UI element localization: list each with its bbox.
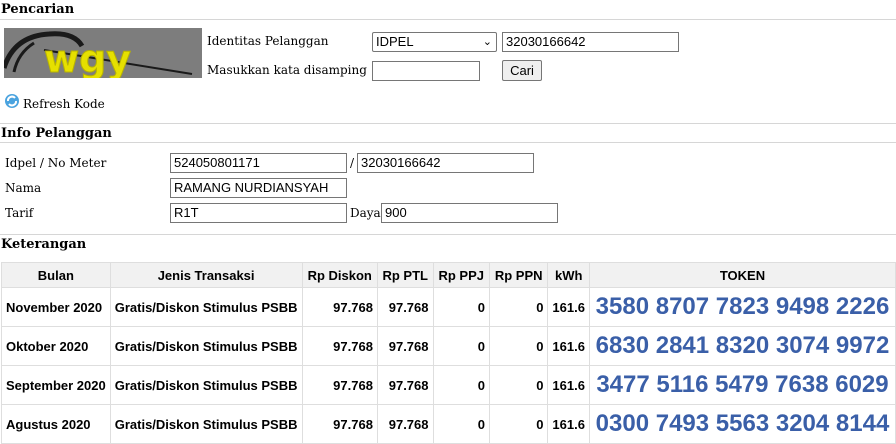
month-cell: November 2020: [1, 287, 111, 327]
kwh-cell: 161.6: [547, 326, 590, 366]
name-label: Nama: [5, 181, 42, 195]
customer-id-input[interactable]: 32030166642: [502, 32, 679, 52]
token-cell: 6830 2841 8320 3074 9972: [588, 326, 896, 366]
column-header: Rp PPN: [488, 262, 549, 288]
ppn-cell: 0: [488, 404, 549, 444]
ptl-cell: 97.768: [376, 326, 434, 366]
token-cell: 3580 8707 7823 9498 2226: [588, 287, 896, 327]
column-header: kWh: [547, 262, 590, 288]
token-cell: 0300 7493 5563 3204 8144: [588, 404, 896, 444]
meter-number-field[interactable]: 524050801171: [170, 153, 347, 173]
search-section-header: Pencarian: [0, 0, 896, 20]
ppn-cell: 0: [488, 287, 549, 327]
power-label: Daya: [350, 206, 381, 220]
column-header: TOKEN: [588, 262, 896, 288]
column-header: Rp PTL: [376, 262, 434, 288]
tariff-field[interactable]: R1T: [170, 203, 347, 223]
captcha-text: wgy: [44, 37, 131, 78]
discount-cell: 97.768: [301, 326, 378, 366]
ptl-cell: 97.768: [376, 365, 434, 405]
table-row: September 2020 Gratis/Diskon Stimulus PS…: [1, 365, 896, 405]
column-header: Rp Diskon: [301, 262, 378, 288]
kwh-cell: 161.6: [547, 404, 590, 444]
discount-cell: 97.768: [301, 365, 378, 405]
kwh-cell: 161.6: [547, 287, 590, 327]
idpel-meter-label: Idpel / No Meter: [5, 156, 107, 170]
refresh-code-label: Refresh Kode: [23, 97, 105, 111]
table-row: Oktober 2020 Gratis/Diskon Stimulus PSBB…: [1, 326, 896, 366]
ppn-cell: 0: [488, 365, 549, 405]
ppn-cell: 0: [488, 326, 549, 366]
month-cell: September 2020: [1, 365, 111, 405]
discount-cell: 97.768: [301, 287, 378, 327]
month-cell: Agustus 2020: [1, 404, 111, 444]
notes-header: Keterangan: [0, 234, 896, 256]
id-type-selected: IDPEL: [376, 34, 414, 49]
transaction-type-cell: Gratis/Diskon Stimulus PSBB: [109, 404, 303, 444]
token-cell: 3477 5116 5479 7638 6029: [588, 365, 896, 405]
idpel-field[interactable]: 32030166642: [357, 153, 534, 173]
captcha-graphic: wgy: [4, 28, 202, 78]
discount-cell: 97.768: [301, 404, 378, 444]
captcha-label: Masukkan kata disamping: [207, 63, 367, 77]
column-header: Jenis Transaksi: [109, 262, 303, 288]
kwh-cell: 161.6: [547, 365, 590, 405]
ppj-cell: 0: [432, 287, 490, 327]
captcha-input[interactable]: [372, 61, 480, 81]
ppj-cell: 0: [432, 365, 490, 405]
ppj-cell: 0: [432, 326, 490, 366]
power-field[interactable]: 900: [381, 203, 558, 223]
id-type-select[interactable]: IDPEL ⌄: [372, 32, 497, 52]
transaction-type-cell: Gratis/Diskon Stimulus PSBB: [109, 287, 303, 327]
refresh-icon: [4, 93, 20, 112]
ppj-cell: 0: [432, 404, 490, 444]
tariff-label: Tarif: [5, 206, 34, 220]
ptl-cell: 97.768: [376, 404, 434, 444]
table-row: November 2020 Gratis/Diskon Stimulus PSB…: [1, 287, 896, 327]
idpel-separator: /: [350, 156, 355, 170]
table-header-row: Bulan Jenis Transaksi Rp Diskon Rp PTL R…: [1, 262, 896, 288]
table-row: Agustus 2020 Gratis/Diskon Stimulus PSBB…: [1, 404, 896, 444]
search-button[interactable]: Cari: [502, 60, 542, 81]
captcha-image: wgy: [4, 28, 202, 78]
transaction-type-cell: Gratis/Diskon Stimulus PSBB: [109, 365, 303, 405]
transaction-table: Bulan Jenis Transaksi Rp Diskon Rp PTL R…: [1, 262, 896, 444]
customer-info-header: Info Pelanggan: [0, 123, 896, 143]
customer-id-label: Identitas Pelanggan: [207, 34, 329, 48]
column-header: Rp PPJ: [432, 262, 490, 288]
month-cell: Oktober 2020: [1, 326, 111, 366]
ptl-cell: 97.768: [376, 287, 434, 327]
transaction-type-cell: Gratis/Diskon Stimulus PSBB: [109, 326, 303, 366]
name-field[interactable]: RAMANG NURDIANSYAH: [170, 178, 347, 198]
column-header: Bulan: [1, 262, 111, 288]
chevron-down-icon: ⌄: [482, 36, 492, 48]
